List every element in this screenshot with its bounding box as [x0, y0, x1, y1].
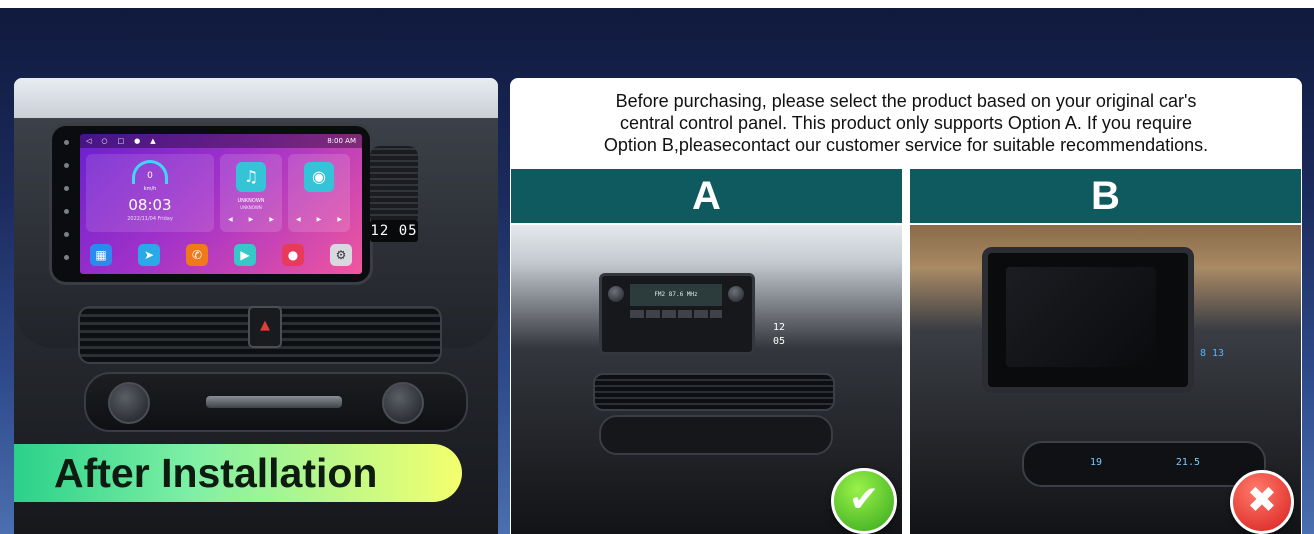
status-time: 8:00 AM — [327, 137, 356, 145]
clock-date: 2022/11/04 Friday — [127, 216, 173, 222]
climate-temps: 19 21.5 — [1090, 455, 1200, 471]
option-b-climate: 19 21.5 — [1022, 441, 1266, 487]
option-b-header: B — [910, 169, 1301, 223]
speed-gauge: 0 — [132, 160, 168, 184]
radio-icon: ◉ — [304, 162, 334, 192]
speed-value: 0 — [147, 171, 153, 181]
head-unit-screen: ◁ ○ □ ● ▲ 8:00 AM 0 km/h 08:03 2022/11/0… — [80, 134, 362, 274]
hazard-icon: ▲ — [248, 306, 282, 348]
tune-knob — [728, 286, 744, 302]
music-artist: UNKNOWN — [240, 205, 262, 210]
video-icon: ▶ — [234, 244, 256, 266]
prev-icon: ◀ — [228, 216, 233, 223]
telegram-icon: ➤ — [138, 244, 160, 266]
next-icon: ▶ — [337, 216, 342, 223]
radio-display: FM2 87.6 MHz — [630, 284, 722, 306]
speed-unit: km/h — [143, 186, 157, 192]
play-icon: ▶ — [248, 216, 254, 223]
stock-radio-unit: FM2 87.6 MHz — [599, 273, 755, 355]
radio-widget: ◉ ◀ ▶ ▶ — [288, 154, 350, 232]
prev-icon: ◀ — [296, 216, 301, 223]
climate-bar — [206, 396, 342, 408]
option-a-climate — [599, 415, 833, 455]
option-a-header: A — [511, 169, 902, 223]
status-bar: ◁ ○ □ ● ▲ 8:00 AM — [80, 134, 362, 148]
clock-time: 08:03 — [128, 196, 172, 214]
radio-controls: ◀ ▶ ▶ — [288, 216, 350, 223]
dash-clock: 12 05 — [370, 220, 418, 242]
phone-icon: ✆ — [186, 244, 208, 266]
clock-widget: 0 km/h 08:03 2022/11/04 Friday — [86, 154, 214, 232]
purchase-notice: Before purchasing, please select the pro… — [510, 90, 1302, 156]
dot-icon: ● — [134, 137, 141, 145]
stock-screen-glass — [1006, 267, 1156, 367]
music-app-icon: ● — [282, 244, 304, 266]
recents-icon: □ — [117, 137, 125, 145]
app-dock: ▦ ➤ ✆ ▶ ● ⚙ — [84, 242, 358, 268]
notice-line: Option B,pleasecontact our customer serv… — [603, 135, 1209, 155]
option-a-vents — [593, 373, 835, 411]
option-a-clock: 12 05 — [773, 322, 786, 347]
side-button — [63, 163, 69, 168]
apps-grid-icon: ▦ — [90, 244, 112, 266]
temp-left: 19 — [1090, 457, 1103, 468]
cross-icon: ✖ — [1230, 470, 1294, 534]
volume-knob — [608, 286, 624, 302]
climate-controls — [84, 372, 468, 432]
side-button — [63, 255, 69, 260]
notice-line: Before purchasing, please select the pro… — [615, 91, 1197, 111]
temp-right: 21.5 — [1175, 457, 1200, 468]
music-title: UNKNOWN — [237, 198, 265, 204]
side-button — [63, 140, 69, 145]
music-icon: ♫ — [236, 162, 266, 192]
option-b-clock: 8 13 — [1200, 348, 1225, 359]
settings-icon: ⚙ — [330, 244, 352, 266]
play-icon: ▶ — [316, 216, 322, 223]
next-icon: ▶ — [269, 216, 274, 223]
side-button — [63, 232, 69, 237]
side-button — [63, 209, 69, 214]
climate-knob-left — [108, 382, 150, 424]
music-controls: ◀ ▶ ▶ — [220, 216, 282, 223]
climate-knob-right — [382, 382, 424, 424]
check-icon: ✔ — [831, 468, 897, 534]
music-widget: ♫ UNKNOWN UNKNOWN ◀ ▶ ▶ — [220, 154, 282, 232]
home-icon: ○ — [101, 137, 108, 145]
after-installation-photo: ◁ ○ □ ● ▲ 8:00 AM 0 km/h 08:03 2022/11/0… — [14, 78, 498, 534]
back-icon: ◁ — [86, 137, 92, 145]
option-compare-panel: Before purchasing, please select the pro… — [510, 78, 1302, 534]
notice-line: central control panel. This product only… — [620, 113, 1192, 133]
head-unit-side-buttons — [60, 140, 72, 260]
head-unit: ◁ ○ □ ● ▲ 8:00 AM 0 km/h 08:03 2022/11/0… — [52, 126, 370, 282]
triangle-icon: ▲ — [150, 137, 156, 145]
radio-presets — [630, 310, 722, 318]
after-installation-label: After Installation — [54, 450, 378, 496]
side-vent — [370, 146, 418, 226]
after-installation-badge: After Installation — [14, 444, 462, 502]
side-button — [63, 186, 69, 191]
stock-touchscreen — [982, 247, 1194, 393]
